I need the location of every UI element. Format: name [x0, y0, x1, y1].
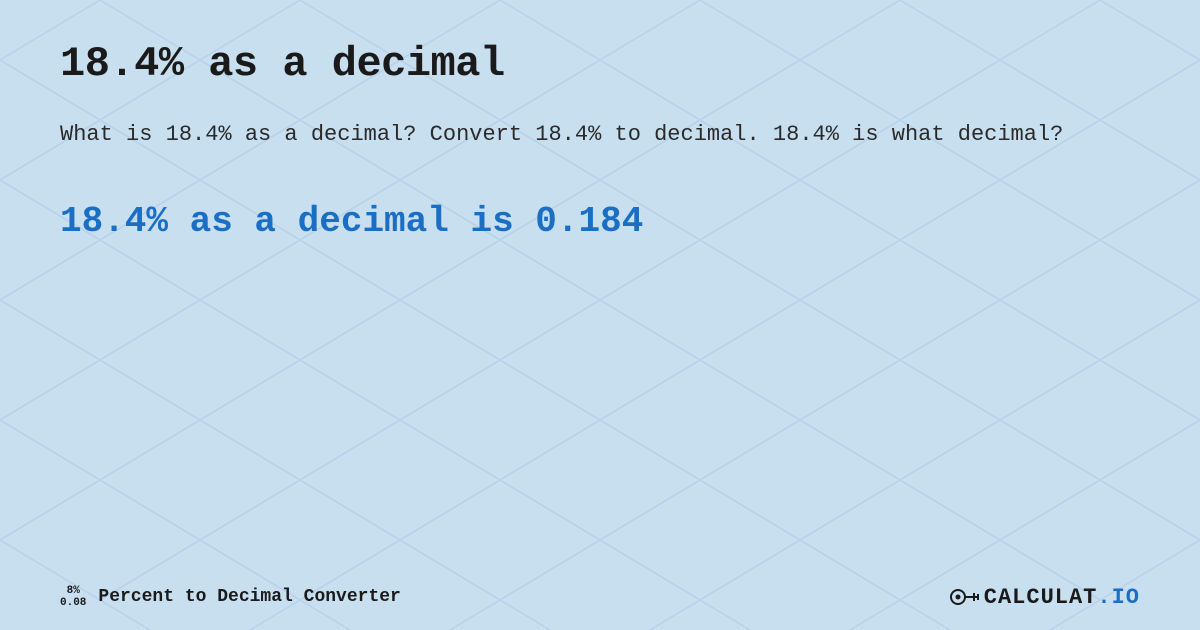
- footer-right: CALCULAT.IO: [950, 584, 1140, 610]
- content-wrapper: 18.4% as a decimal What is 18.4% as a de…: [0, 0, 1200, 630]
- percent-bottom: 0.08: [60, 597, 86, 609]
- page-title: 18.4% as a decimal: [60, 40, 1140, 88]
- description-text: What is 18.4% as a decimal? Convert 18.4…: [60, 118, 1140, 151]
- result-text: 18.4% as a decimal is 0.184: [60, 201, 1140, 242]
- logo-icon: [950, 584, 980, 610]
- calculat-logo: CALCULAT.IO: [950, 584, 1140, 610]
- footer-label: Percent to Decimal Converter: [98, 587, 400, 607]
- footer-left: 8% 0.08 Percent to Decimal Converter: [60, 585, 401, 609]
- percent-badge: 8% 0.08: [60, 585, 86, 609]
- logo-text: CALCULAT.IO: [984, 585, 1140, 610]
- footer: 8% 0.08 Percent to Decimal Converter CAL…: [60, 584, 1140, 610]
- percent-top: 8%: [67, 585, 80, 597]
